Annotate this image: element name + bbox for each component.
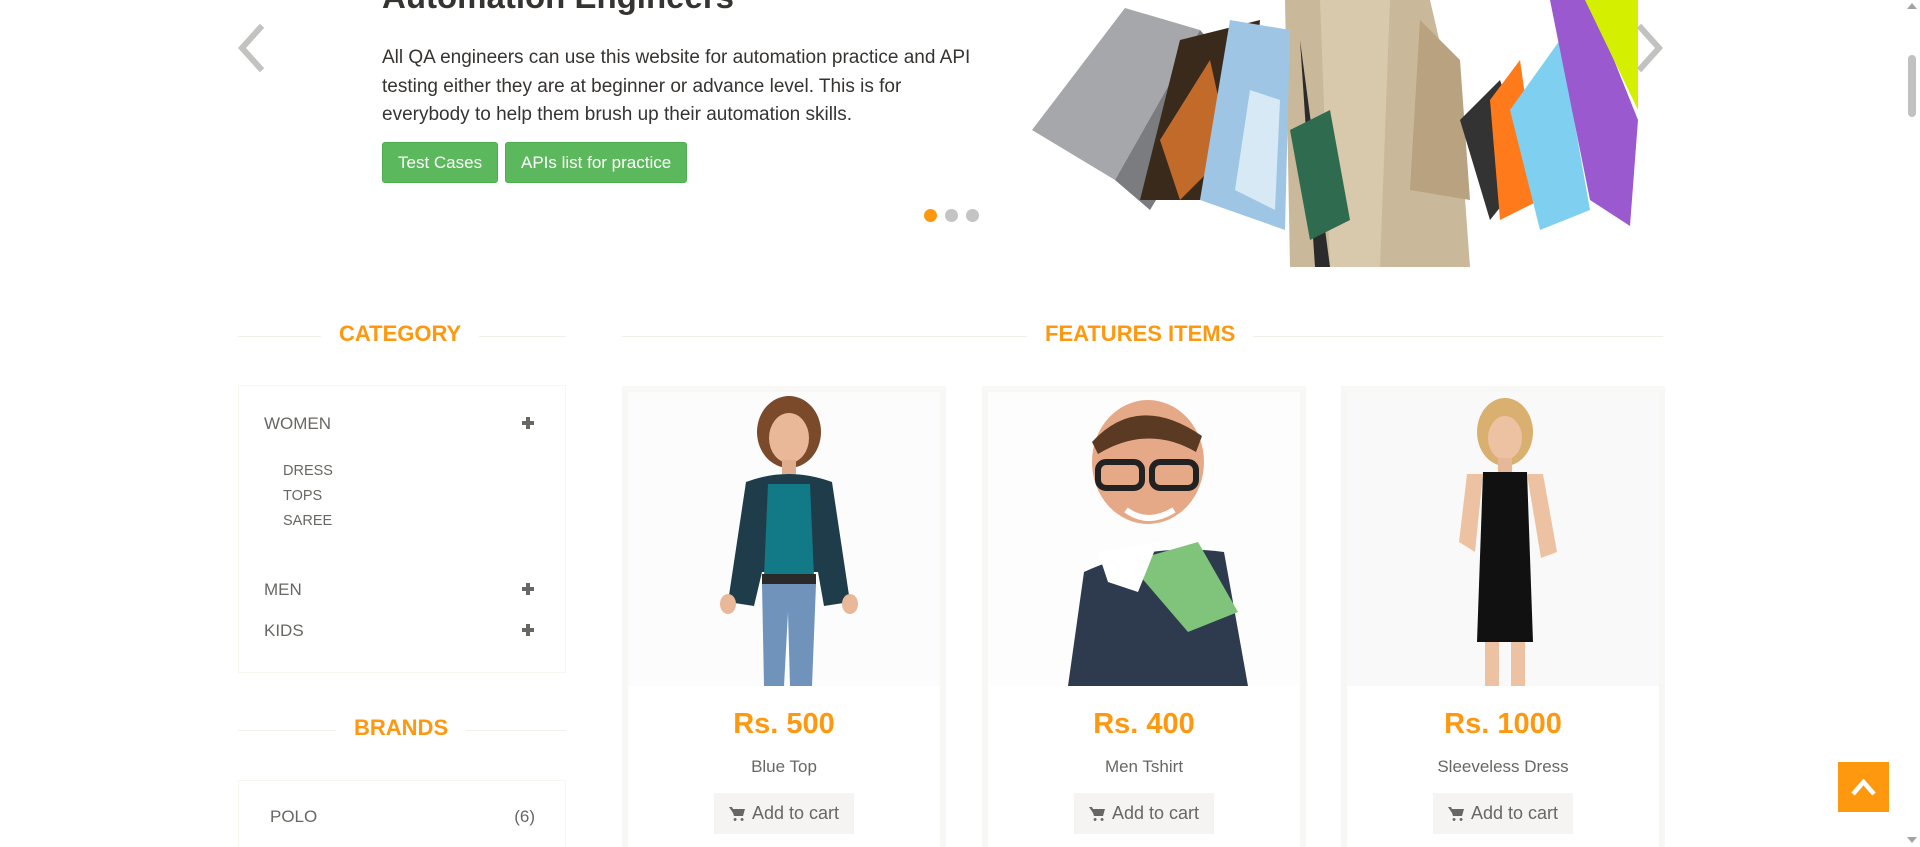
slide-description: All QA engineers can use this website fo… xyxy=(382,47,971,125)
product-name: Blue Top xyxy=(751,757,817,776)
slider-indicators xyxy=(924,209,979,222)
slide-title: Automation Engineers xyxy=(382,0,734,16)
slide-image-shopping-bags xyxy=(1030,0,1638,267)
add-to-cart-label: Add to cart xyxy=(752,803,840,823)
category-label: Women xyxy=(264,414,332,433)
chevron-left-icon xyxy=(237,23,265,73)
category-heading: Category xyxy=(321,321,480,347)
category-panel: Women Dress Tops Saree Men Kids xyxy=(238,385,566,673)
scrollbar-down-arrow[interactable] xyxy=(1907,837,1917,843)
product-card: Rs. 1000 Sleeveless Dress Add to cart xyxy=(1341,386,1665,847)
shopping-cart-icon xyxy=(1448,807,1464,821)
subcategory-saree[interactable]: Saree xyxy=(283,513,332,529)
slider-indicator[interactable] xyxy=(945,209,958,222)
slider-next-arrow[interactable] xyxy=(1629,22,1669,74)
plus-icon[interactable] xyxy=(521,416,535,430)
brand-item-polo[interactable]: Polo (6) xyxy=(270,807,535,827)
category-label: Men xyxy=(264,580,302,599)
page-scrollbar[interactable] xyxy=(1903,0,1920,847)
scrollbar-thumb[interactable] xyxy=(1908,55,1916,117)
brand-count: (6) xyxy=(514,807,535,826)
product-image-men-tshirt xyxy=(988,392,1300,686)
product-card: Rs. 400 Men Tshirt Add to cart xyxy=(982,386,1306,847)
scrollbar-up-arrow[interactable] xyxy=(1907,3,1917,9)
slider-prev-arrow[interactable] xyxy=(232,22,272,74)
brands-heading: Brands xyxy=(336,715,467,741)
slider-indicator[interactable] xyxy=(966,209,979,222)
plus-icon[interactable] xyxy=(521,582,535,596)
hero-slider: Automation Engineers All QA engineers ca… xyxy=(0,0,1920,268)
product-price: Rs. 400 xyxy=(1093,708,1195,740)
product-card: Rs. 500 Blue Top Add to cart xyxy=(622,386,946,847)
add-to-cart-button[interactable]: Add to cart xyxy=(714,793,855,834)
product-image-sleeveless-dress xyxy=(1347,392,1659,686)
subcategory-tops[interactable]: Tops xyxy=(283,488,322,504)
test-cases-button[interactable]: Test Cases xyxy=(382,142,499,183)
product-name: Men Tshirt xyxy=(1104,757,1184,776)
product-name: Sleeveless Dress xyxy=(1437,757,1569,776)
brand-label: Polo xyxy=(270,807,318,826)
category-women[interactable]: Women xyxy=(264,414,535,438)
subcategory-dress[interactable]: Dress xyxy=(283,463,333,479)
add-to-cart-button[interactable]: Add to cart xyxy=(1074,793,1215,834)
add-to-cart-button[interactable]: Add to cart xyxy=(1433,793,1574,834)
category-men[interactable]: Men xyxy=(264,580,535,604)
brands-panel: Polo (6) xyxy=(238,780,566,847)
features-heading: Features Items xyxy=(1027,321,1254,347)
apis-list-button[interactable]: APIs list for practice xyxy=(505,142,688,183)
category-label: Kids xyxy=(264,621,304,640)
angle-up-icon xyxy=(1851,778,1876,796)
scroll-up-button[interactable] xyxy=(1838,762,1889,812)
product-image-blue-top xyxy=(628,392,940,686)
category-kids[interactable]: Kids xyxy=(264,621,535,645)
add-to-cart-label: Add to cart xyxy=(1471,803,1559,823)
shopping-cart-icon xyxy=(729,807,745,821)
shopping-cart-icon xyxy=(1089,807,1105,821)
product-price: Rs. 500 xyxy=(733,708,835,740)
chevron-right-icon xyxy=(1636,23,1664,73)
slider-indicator[interactable] xyxy=(924,209,937,222)
plus-icon[interactable] xyxy=(521,623,535,637)
product-price: Rs. 1000 xyxy=(1444,708,1562,740)
add-to-cart-label: Add to cart xyxy=(1112,803,1200,823)
